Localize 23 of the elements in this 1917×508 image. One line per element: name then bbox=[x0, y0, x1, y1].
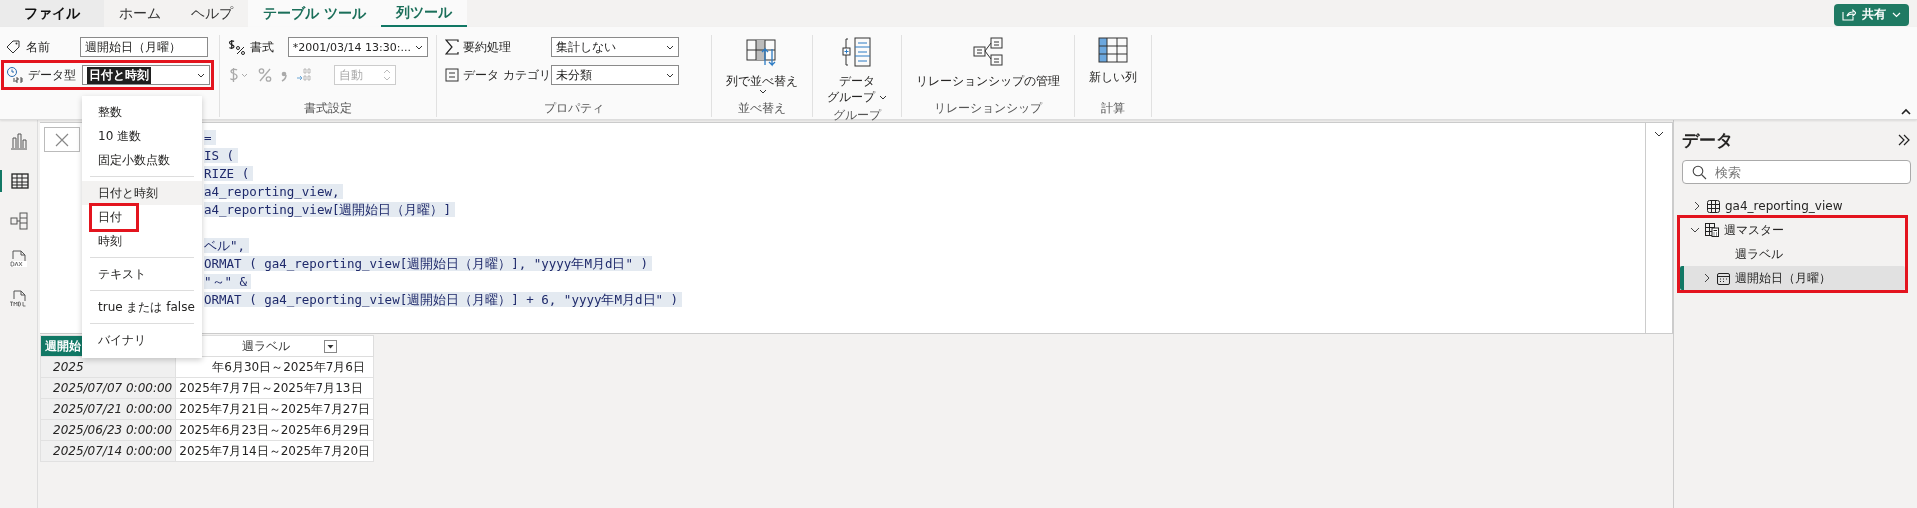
table-cell: 2025年7月21日～2025年7月27日 bbox=[175, 398, 374, 420]
table-cell: 2025年7月14日～2025年7月20日 bbox=[175, 440, 374, 462]
table-cell: 年6月30日～2025年7月6日 bbox=[175, 356, 374, 378]
summarization-label: 要約処理 bbox=[463, 38, 512, 56]
table-cell: 2025 bbox=[40, 356, 176, 378]
table-cell: 2025年7月7日～2025年7月13日 bbox=[175, 377, 374, 399]
group-label: 書式設定 bbox=[303, 100, 353, 117]
group-label: リレーションシップ bbox=[933, 100, 1044, 117]
table-cell: 2025/07/07 0:00:00 bbox=[40, 377, 176, 399]
format-label: 書式 bbox=[250, 38, 275, 56]
panel-title: データ bbox=[1682, 128, 1733, 152]
highlight-frame: 日付 bbox=[92, 205, 136, 229]
table-cell: 2025/06/23 0:00:00 bbox=[40, 419, 176, 441]
group-label: プロパティ bbox=[543, 100, 605, 117]
group-label: 計算 bbox=[1100, 100, 1126, 117]
name-label: 名前 bbox=[26, 38, 51, 56]
table-cell: 2025/07/14 0:00:00 bbox=[40, 440, 176, 462]
group-label: グループ bbox=[832, 107, 883, 124]
table-cell: 2025/07/21 0:00:00 bbox=[40, 398, 176, 420]
data-type-label: データ型 bbox=[28, 66, 77, 84]
group-label: 並べ替え bbox=[737, 100, 787, 117]
data-category-label: データ カテゴリ bbox=[463, 66, 547, 84]
table-cell: 2025年6月23日～2025年6月29日 bbox=[175, 419, 374, 441]
